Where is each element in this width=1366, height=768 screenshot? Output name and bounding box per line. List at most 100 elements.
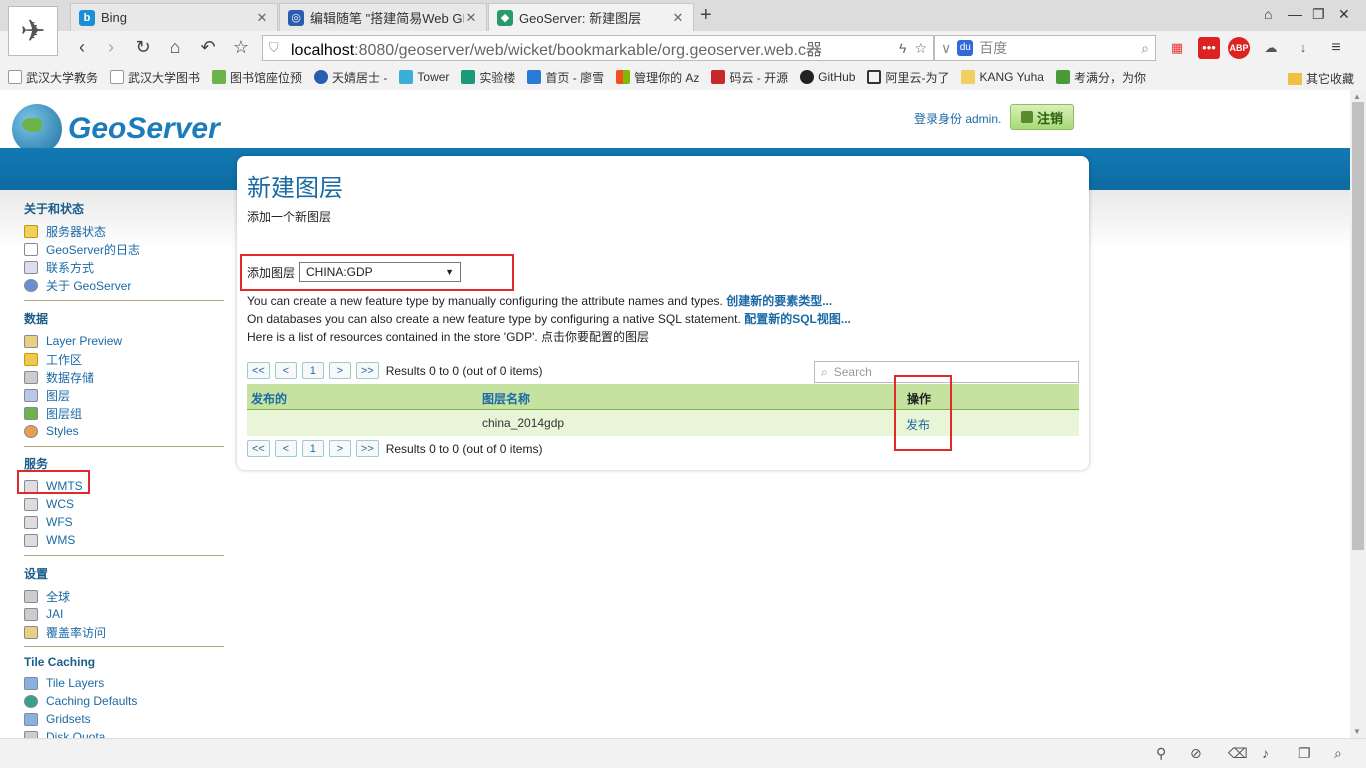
bookmark-item[interactable]: 图书馆座位预 <box>212 69 302 86</box>
new-tab-icon[interactable]: + <box>700 4 712 27</box>
sidebar-item-layer-preview[interactable]: Layer Preview <box>24 332 224 350</box>
bookmark-item[interactable]: KANG Yuha <box>961 70 1044 84</box>
pager-first-button[interactable]: << <box>247 440 270 457</box>
bookmark-item[interactable]: 武汉大学图书 <box>110 69 200 86</box>
section-title: Tile Caching <box>24 655 96 669</box>
sound-icon[interactable]: ♪ <box>1262 745 1269 761</box>
sidebar-item-server-status[interactable]: 服务器状态 <box>24 222 224 240</box>
configure-sql-view-link[interactable]: 配置新的SQL视图... <box>744 312 851 326</box>
sidebar-item-disk-quota[interactable]: Disk Quota <box>24 728 224 738</box>
sidebar-item-layers[interactable]: 图层 <box>24 386 224 404</box>
download-icon[interactable]: ↓ <box>1292 37 1314 59</box>
window-close-icon[interactable]: ✕ <box>1338 6 1350 23</box>
disk-icon <box>24 730 38 738</box>
page-scrollbar[interactable]: ▲ ▼ <box>1350 90 1366 738</box>
column-published[interactable]: 发布的 <box>251 390 287 407</box>
sidebar-item-wms[interactable]: WMS <box>24 531 224 549</box>
sidebar-item-contact[interactable]: 联系方式 <box>24 258 224 276</box>
minimize-icon[interactable]: — <box>1288 6 1302 22</box>
pager-prev-button[interactable]: < <box>274 362 297 379</box>
sidebar-item-tile-layers[interactable]: Tile Layers <box>24 674 224 692</box>
bookmark-item[interactable]: 阿里云-为了 <box>867 69 949 86</box>
ext-dots-icon[interactable]: ••• <box>1198 37 1220 59</box>
adblock-icon[interactable]: ABP <box>1228 37 1250 59</box>
sidebar-item-wcs[interactable]: WCS <box>24 495 224 513</box>
maximize-icon[interactable]: ❐ <box>1312 6 1325 23</box>
close-icon[interactable]: ✕ <box>464 10 478 26</box>
logout-button[interactable]: 注销 <box>1010 104 1074 130</box>
window-icon[interactable]: ❐ <box>1298 745 1311 762</box>
scrollbar-thumb[interactable] <box>1352 102 1364 550</box>
close-icon[interactable]: ✕ <box>671 10 685 26</box>
sidebar-item-jai[interactable]: JAI <box>24 605 224 623</box>
pager-page-button[interactable]: 1 <box>301 440 324 457</box>
bookmark-item[interactable]: 首页 - 廖雪 <box>527 69 604 86</box>
sidebar-item-coverage-access[interactable]: 覆盖率访问 <box>24 623 224 641</box>
highlight-box <box>240 254 514 291</box>
tab-title: 编辑随笔 "搭建简易Web GI <box>310 11 464 26</box>
other-bookmarks[interactable]: 其它收藏 <box>1287 70 1354 87</box>
reload-icon[interactable]: ↻ <box>131 35 155 59</box>
create-feature-type-link[interactable]: 创建新的要素类型... <box>726 294 832 308</box>
tab-blog-editor[interactable]: ◎ 编辑随笔 "搭建简易Web GI ✕ <box>279 3 487 31</box>
pager-next-button[interactable]: > <box>328 440 351 457</box>
bookmark-item[interactable]: 管理你的 Az <box>616 69 699 86</box>
bookmark-star-icon[interactable]: ☆ <box>914 40 927 57</box>
lightning-icon[interactable]: ϟ <box>899 40 906 56</box>
bookmark-item[interactable]: 天婧居士 - <box>314 69 387 86</box>
bookmark-item[interactable]: 实验楼 <box>461 69 515 86</box>
sidebar-item-styles[interactable]: Styles <box>24 422 224 440</box>
section-title: 数据 <box>24 312 49 326</box>
sidebar-item-logs[interactable]: GeoServer的日志 <box>24 240 224 258</box>
dropdown-icon[interactable]: ∨ <box>941 40 951 57</box>
magnifier-icon[interactable]: ⌕ <box>1141 40 1149 57</box>
apps-icon[interactable]: ▦ <box>1166 37 1188 59</box>
search-engine-box[interactable]: ∨ du 百度 ⌕ <box>934 35 1156 61</box>
forward-icon[interactable]: › <box>99 35 123 59</box>
bookmark-item[interactable]: GitHub <box>800 70 855 84</box>
pager-next-button[interactable]: > <box>328 362 351 379</box>
column-layer-name[interactable]: 图层名称 <box>482 390 530 407</box>
close-icon[interactable]: ✕ <box>255 10 269 26</box>
pager-last-button[interactable]: >> <box>355 362 379 379</box>
table-header: 发布的 图层名称 操作 <box>247 384 1079 410</box>
scroll-down-icon[interactable]: ▼ <box>1353 727 1361 736</box>
sidebar-section-tile-caching: Tile Caching Tile Layers Caching Default… <box>24 655 224 738</box>
navigation-bar: ‹ › ↻ ⌂ ↶ ☆ ⛉ localhost:8080/geoserver/w… <box>0 31 1366 65</box>
back-icon[interactable]: ‹ <box>70 35 94 59</box>
sidebar-item-gridsets[interactable]: Gridsets <box>24 710 224 728</box>
sidebar-item-wfs[interactable]: WFS <box>24 513 224 531</box>
zoom-icon[interactable]: ⌕ <box>1334 745 1342 762</box>
pager-page-button[interactable]: 1 <box>301 362 324 379</box>
trash-icon[interactable]: ⌫ <box>1228 745 1248 762</box>
pager-last-button[interactable]: >> <box>355 440 379 457</box>
tab-bing[interactable]: b Bing ✕ <box>70 3 278 31</box>
sidebar-item-caching-defaults[interactable]: Caching Defaults <box>24 692 224 710</box>
divider <box>24 300 224 301</box>
pager-prev-button[interactable]: < <box>274 440 297 457</box>
pager-first-button[interactable]: << <box>247 362 270 379</box>
star-icon[interactable]: ☆ <box>229 35 253 59</box>
user-avatar[interactable]: ✈ <box>8 6 58 56</box>
no-image-icon[interactable]: ⊘ <box>1190 745 1202 762</box>
bookmark-item[interactable]: 武汉大学教务 <box>8 69 98 86</box>
sidebar-item-workspaces[interactable]: 工作区 <box>24 350 224 368</box>
tab-geoserver[interactable]: ◆ GeoServer: 新建图层 ✕ <box>488 3 694 31</box>
home-icon[interactable]: ⌂ <box>163 35 187 59</box>
menu-icon[interactable]: ≡ <box>1325 37 1347 59</box>
bookmark-item[interactable]: 考满分，为你 <box>1055 69 1146 86</box>
sidebar-item-about[interactable]: 关于 GeoServer <box>24 276 224 294</box>
sidebar-item-layer-groups[interactable]: 图层组 <box>24 404 224 422</box>
address-bar[interactable]: ⛉ localhost:8080/geoserver/web/wicket/bo… <box>262 35 934 61</box>
undo-icon[interactable]: ↶ <box>196 35 220 59</box>
scroll-up-icon[interactable]: ▲ <box>1353 92 1361 101</box>
pin-icon[interactable]: ⚲ <box>1156 745 1166 762</box>
cloud-icon[interactable]: ☁ <box>1260 37 1282 59</box>
geoserver-logo[interactable]: GeoServer <box>12 104 220 154</box>
page-icon <box>110 70 125 84</box>
sidebar-item-stores[interactable]: 数据存储 <box>24 368 224 386</box>
pin-icon[interactable]: ⌂ <box>1264 6 1272 22</box>
bookmark-item[interactable]: 码云 - 开源 <box>711 69 788 86</box>
sidebar-item-global[interactable]: 全球 <box>24 587 224 605</box>
bookmark-item[interactable]: Tower <box>399 70 449 84</box>
